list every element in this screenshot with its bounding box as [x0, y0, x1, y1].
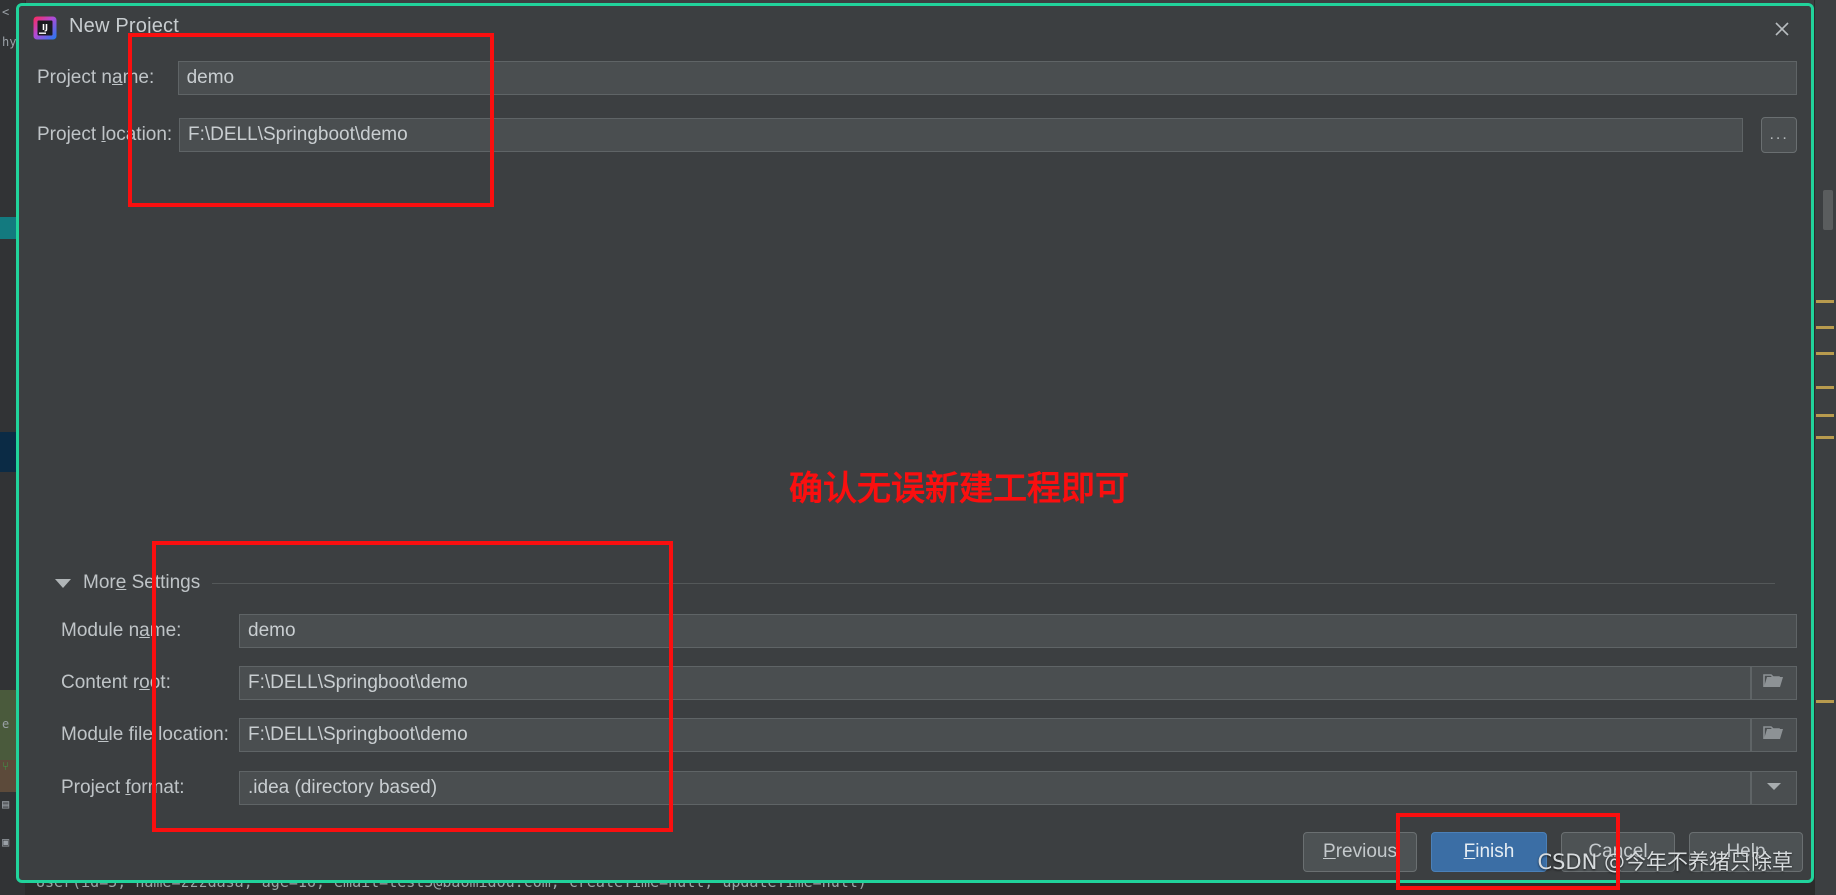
browse-button[interactable]: ...	[1761, 117, 1797, 153]
triangle-down-icon	[55, 578, 71, 588]
csdn-watermark: CSDN @今年不养猪只除草	[1537, 850, 1793, 874]
project-location-label: Project location:	[37, 124, 173, 145]
more-settings-toggle[interactable]: More Settings	[55, 572, 1775, 594]
chevron-down-icon	[1765, 779, 1783, 797]
row-project-format: Project format: .idea (directory based)	[61, 771, 1797, 805]
annotation-note: 确认无误新建工程即可	[789, 469, 1129, 509]
project-name-input[interactable]: demo	[177, 61, 1797, 95]
folder-icon	[1763, 724, 1785, 747]
editor-marker	[1816, 386, 1834, 389]
row-project-location: Project location: F:\DELL\Springboot\dem…	[37, 117, 1797, 153]
intellij-idea-icon: IJ	[33, 16, 57, 40]
module-file-location-folder-button[interactable]	[1751, 718, 1797, 752]
editor-marker	[1816, 300, 1834, 303]
project-location-input[interactable]: F:\DELL\Springboot\demo	[179, 118, 1744, 152]
previous-button[interactable]: Previous	[1303, 832, 1417, 872]
module-name-input[interactable]: demo	[239, 614, 1797, 648]
project-name-label: Project name:	[37, 67, 155, 88]
content-root-folder-button[interactable]	[1751, 666, 1797, 700]
editor-marker	[1816, 436, 1834, 439]
project-format-select[interactable]: .idea (directory based)	[239, 771, 1751, 805]
module-file-location-label: Module file location:	[61, 724, 229, 745]
row-module-name: Module name: demo	[61, 614, 1797, 648]
dialog-title: New Project	[69, 15, 180, 37]
content-root-input[interactable]: F:\DELL\Springboot\demo	[239, 666, 1751, 700]
content-root-label: Content root:	[61, 672, 171, 693]
svg-text:IJ: IJ	[42, 23, 48, 32]
dialog-titlebar: IJ New Project	[19, 6, 1811, 51]
editor-marker	[1816, 700, 1834, 703]
new-project-dialog: IJ New Project Project name: demo Projec…	[16, 3, 1814, 883]
project-format-dropdown-button[interactable]	[1751, 771, 1797, 805]
module-file-location-input[interactable]: F:\DELL\Springboot\demo	[239, 718, 1751, 752]
module-name-label: Module name:	[61, 620, 182, 641]
editor-marker	[1816, 414, 1834, 417]
project-format-label: Project format:	[61, 777, 185, 798]
row-content-root: Content root: F:\DELL\Springboot\demo	[61, 666, 1797, 700]
folder-icon	[1763, 672, 1785, 695]
row-project-name: Project name: demo	[37, 61, 1797, 95]
row-module-file-location: Module file location: F:\DELL\Springboot…	[61, 718, 1797, 752]
section-separator	[212, 582, 1775, 584]
editor-marker	[1816, 326, 1834, 329]
more-settings-label: More Settings	[83, 572, 201, 593]
finish-button[interactable]: Finish	[1431, 832, 1547, 872]
editor-marker	[1816, 352, 1834, 355]
editor-scrollbar-thumb[interactable]	[1823, 190, 1833, 230]
close-icon[interactable]	[1765, 12, 1799, 46]
ide-right-strip	[1814, 0, 1836, 895]
